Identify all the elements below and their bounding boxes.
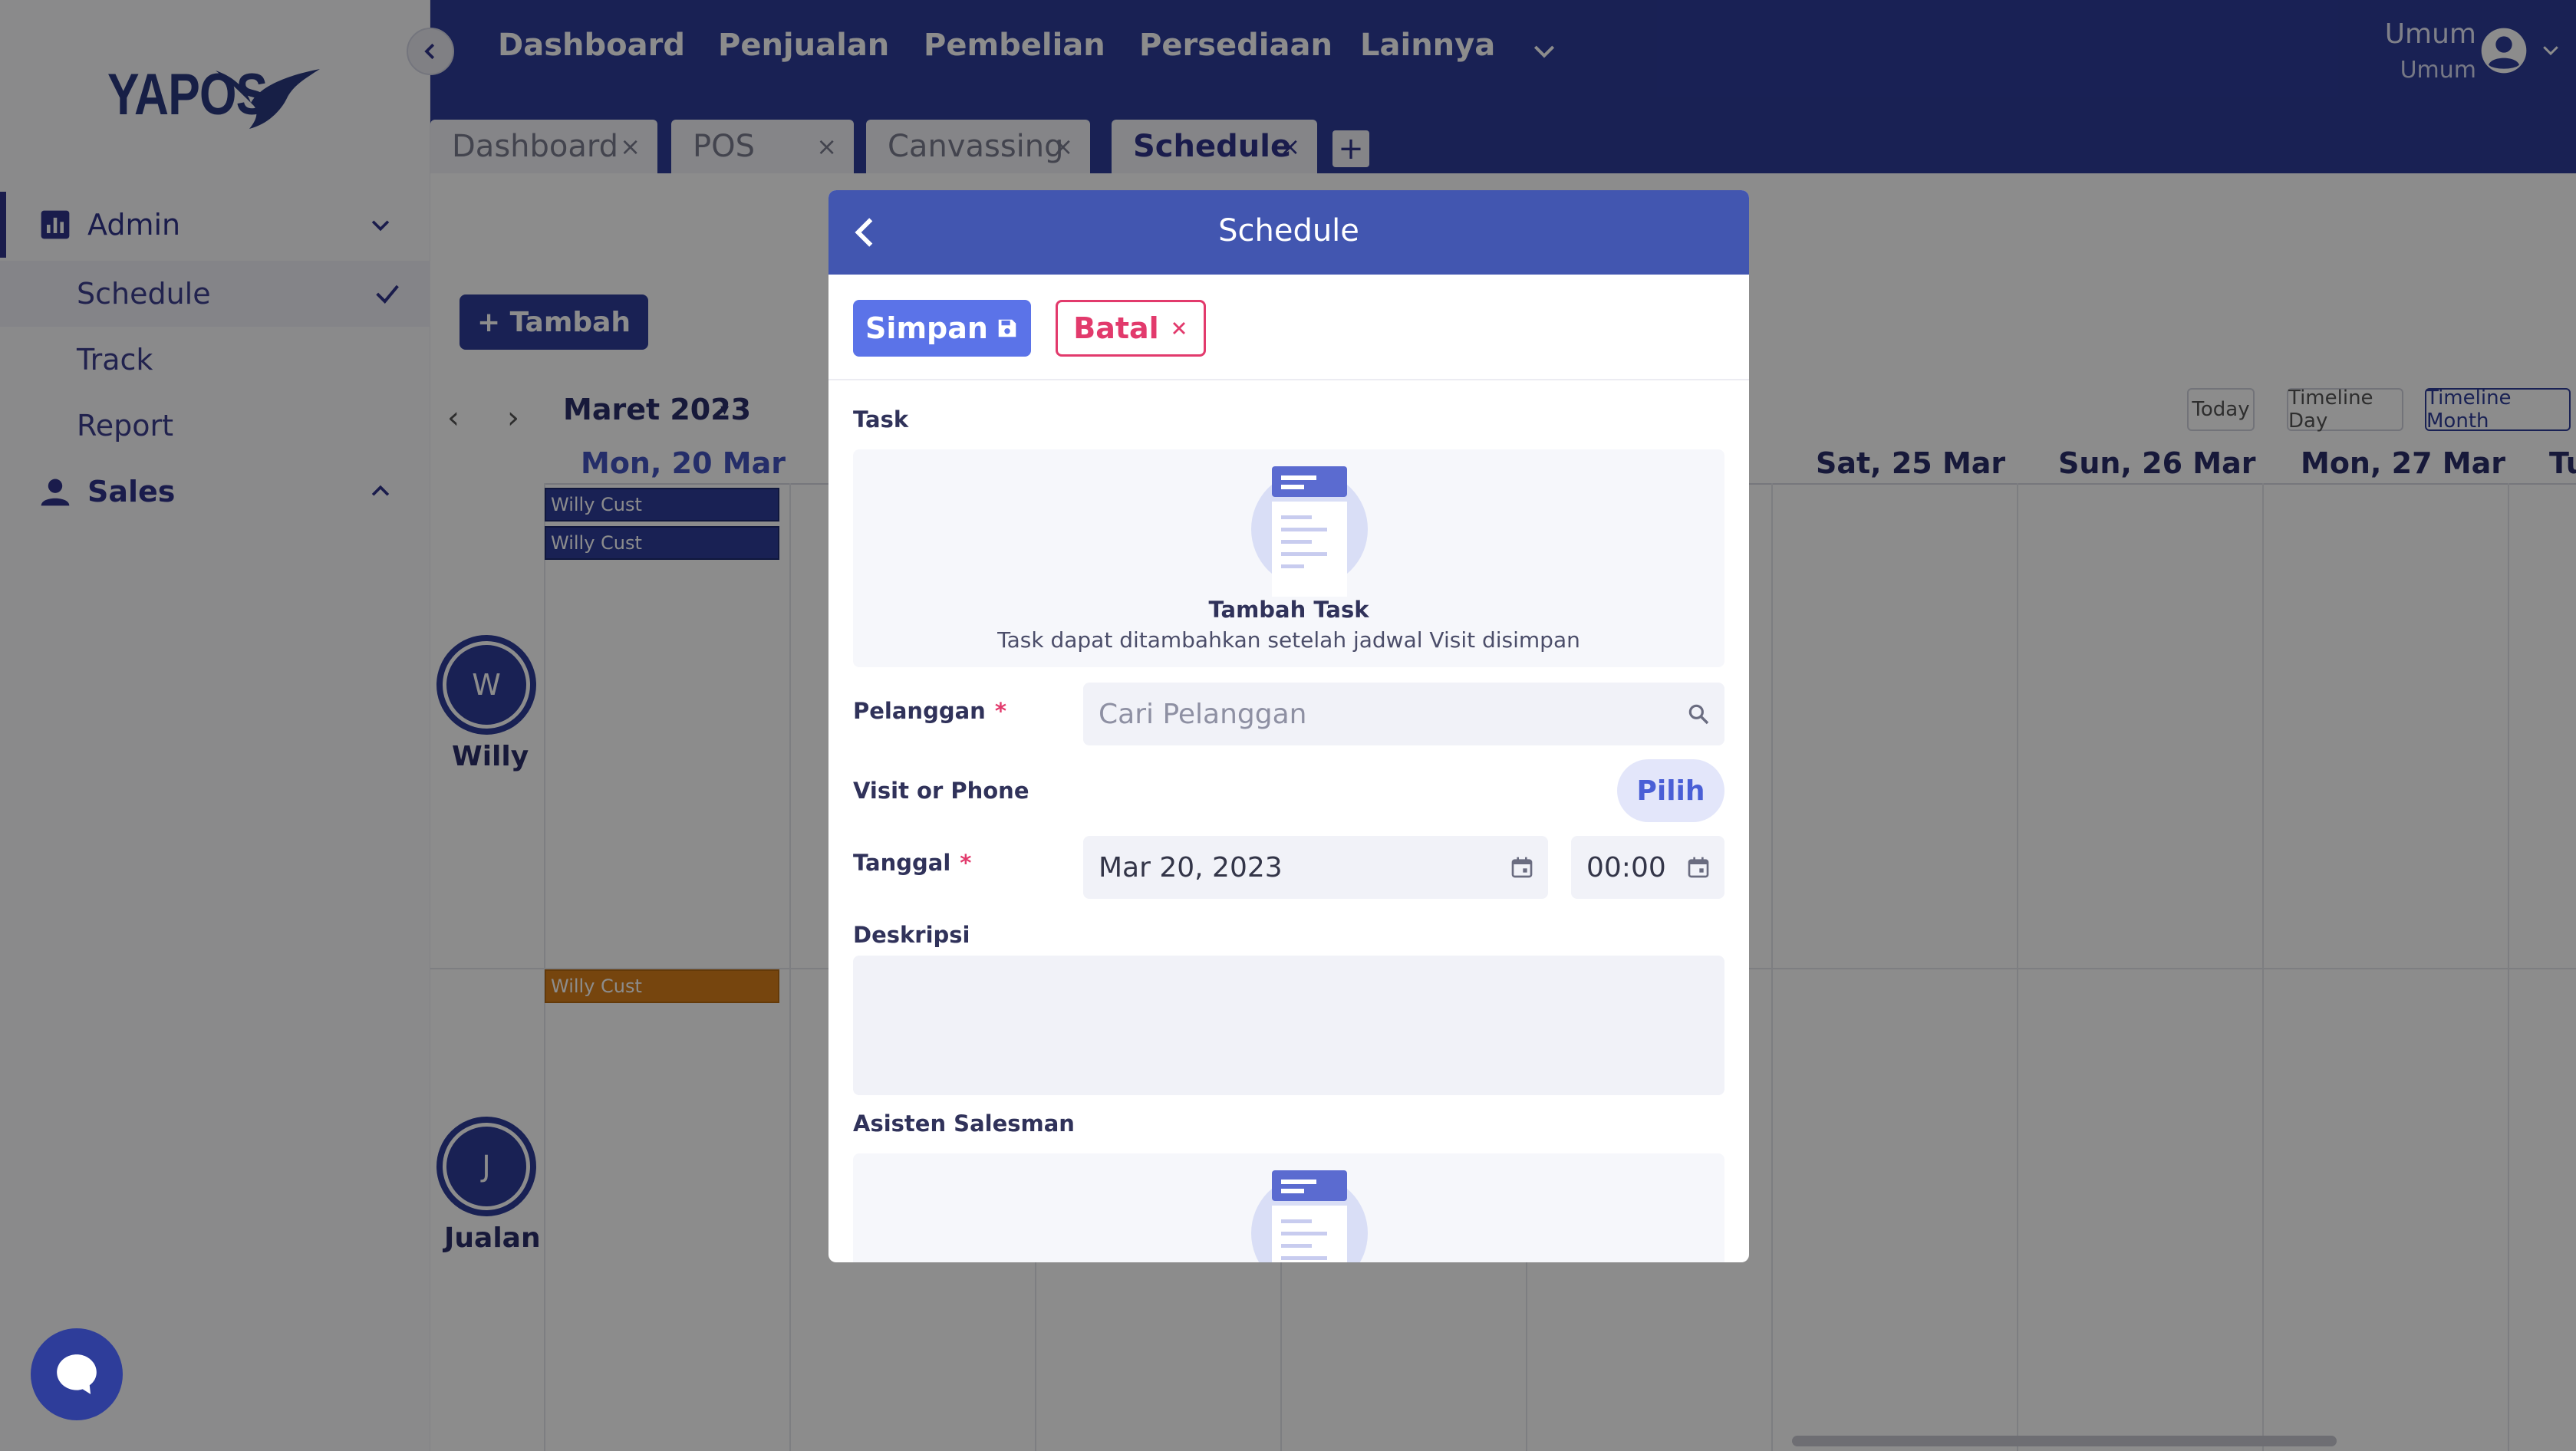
customer-label-text: Pelanggan bbox=[853, 698, 986, 724]
description-textarea[interactable] bbox=[853, 956, 1724, 1095]
task-empty-title: Tambah Task bbox=[1208, 597, 1369, 623]
modal-title: Schedule bbox=[1218, 213, 1359, 248]
date-label: Tanggal * bbox=[853, 850, 971, 876]
document-illustration-icon bbox=[1251, 466, 1368, 597]
time-input[interactable]: 00:00 bbox=[1571, 836, 1724, 899]
schedule-modal: Schedule Simpan Batal Task Tambah Task T… bbox=[828, 190, 1749, 1262]
assistant-salesman-label: Asisten Salesman bbox=[853, 1110, 1075, 1137]
task-empty-state[interactable]: Tambah Task Task dapat ditambahkan setel… bbox=[853, 449, 1724, 667]
save-button-label: Simpan bbox=[865, 311, 988, 345]
close-icon bbox=[1172, 322, 1185, 334]
time-value: 00:00 bbox=[1586, 851, 1666, 883]
customer-search-placeholder: Cari Pelanggan bbox=[1099, 698, 1307, 730]
cancel-button[interactable]: Batal bbox=[1056, 300, 1206, 357]
calendar-icon[interactable] bbox=[1686, 855, 1711, 880]
cancel-button-label: Batal bbox=[1073, 311, 1159, 345]
floppy-disk-icon bbox=[998, 319, 1016, 337]
search-icon bbox=[1688, 704, 1709, 725]
chat-bubble-icon bbox=[57, 1354, 97, 1394]
document-illustration-icon bbox=[1251, 1170, 1368, 1262]
required-marker: * bbox=[960, 850, 972, 876]
required-marker: * bbox=[994, 698, 1006, 724]
assistant-empty-state[interactable] bbox=[853, 1153, 1724, 1262]
visit-or-phone-label: Visit or Phone bbox=[853, 778, 1029, 804]
date-value: Mar 20, 2023 bbox=[1099, 851, 1283, 883]
modal-toolbar: Simpan Batal bbox=[828, 275, 1749, 380]
save-button[interactable]: Simpan bbox=[853, 300, 1031, 357]
chat-button[interactable] bbox=[31, 1328, 123, 1420]
task-label: Task bbox=[853, 406, 909, 433]
date-label-text: Tanggal bbox=[853, 850, 951, 876]
calendar-icon[interactable] bbox=[1510, 855, 1534, 880]
date-input[interactable]: Mar 20, 2023 bbox=[1083, 836, 1548, 899]
task-empty-subtitle: Task dapat ditambahkan setelah jadwal Vi… bbox=[997, 627, 1580, 653]
modal-header: Schedule bbox=[828, 190, 1749, 275]
choose-visit-button[interactable]: Pilih bbox=[1617, 759, 1724, 822]
customer-label: Pelanggan * bbox=[853, 698, 1006, 724]
customer-search-input[interactable]: Cari Pelanggan bbox=[1083, 683, 1724, 745]
description-label: Deskripsi bbox=[853, 922, 970, 948]
